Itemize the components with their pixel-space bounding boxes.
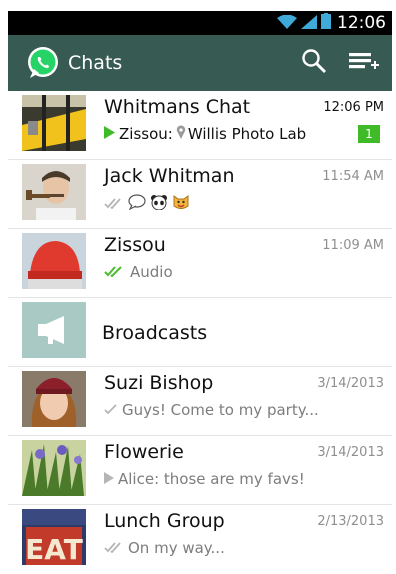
new-chat-button[interactable] [342, 41, 386, 85]
chat-preview: Guys! Come to my party... [104, 401, 319, 419]
chat-time: 11:09 AM [322, 238, 384, 253]
chat-row-zissou[interactable]: Zissou 11:09 AM Audio [8, 229, 392, 298]
avatar [22, 440, 86, 496]
app-bar: Chats [8, 35, 392, 91]
chat-list: Whitmans Chat 12:06 PM Zissou: Willis Ph… [8, 91, 392, 574]
chat-time: 12:06 PM [323, 100, 384, 115]
chat-row-flowerie[interactable]: Flowerie 3/14/2013 Alice: those are my f… [8, 436, 392, 505]
chat-time: 2/13/2013 [317, 514, 384, 529]
status-bar: 12:06 [0, 0, 396, 35]
chat-name: Jack Whitman [104, 165, 235, 187]
play-icon [104, 125, 115, 143]
chat-preview: Zissou: Willis Photo Lab [104, 125, 306, 143]
status-time: 12:06 [337, 13, 386, 33]
unread-badge: 1 [358, 125, 380, 143]
avatar [22, 164, 86, 220]
chat-row-jack-whitman[interactable]: Jack Whitman 11:54 AM [8, 160, 392, 229]
chat-message: Willis Photo Lab [187, 125, 307, 143]
chat-time: 3/14/2013 [317, 445, 384, 460]
new-chat-icon [347, 47, 381, 79]
chat-preview: Alice: those are my favs! [104, 470, 305, 488]
battery-icon [321, 13, 331, 33]
speech-bubble-icon [128, 194, 146, 214]
avatar [22, 302, 86, 358]
chat-name: Lunch Group [104, 510, 225, 532]
app-title: Chats [68, 52, 123, 74]
avatar-eat-text: EAT [25, 533, 83, 565]
wifi-icon [277, 14, 297, 33]
chat-row-suzi-bishop[interactable]: Suzi Bishop 3/14/2013 Guys! Come to my p… [8, 367, 392, 436]
broadcasts-title: Broadcasts [102, 322, 208, 344]
signal-icon [301, 14, 317, 33]
avatar [22, 95, 86, 151]
double-check-green-icon [104, 263, 126, 281]
chat-message: Audio [130, 263, 173, 281]
double-check-gray-icon [104, 195, 124, 213]
chat-name: Suzi Bishop [104, 372, 214, 394]
check-gray-icon [104, 401, 118, 419]
chat-time: 11:54 AM [322, 169, 384, 184]
panda-icon [150, 194, 168, 214]
search-button[interactable] [292, 41, 336, 85]
chat-preview: On my way... [104, 539, 225, 557]
chat-row-whitmans-chat[interactable]: Whitmans Chat 12:06 PM Zissou: Willis Ph… [8, 91, 392, 160]
avatar [22, 371, 86, 427]
chat-name: Flowerie [104, 441, 184, 463]
chat-preview: Audio [104, 263, 173, 281]
chat-name: Whitmans Chat [104, 96, 251, 118]
broadcasts-row[interactable]: Broadcasts [8, 298, 392, 367]
chat-name: Zissou [104, 234, 166, 256]
chat-time: 3/14/2013 [317, 376, 384, 391]
chat-message: Alice: those are my favs! [118, 470, 305, 488]
chat-preview [104, 194, 194, 214]
play-gray-icon [104, 470, 114, 488]
double-check-gray-icon [104, 539, 124, 557]
whatsapp-logo-icon [26, 46, 60, 80]
chat-sender: Zissou: [119, 125, 173, 143]
chat-row-lunch-group[interactable]: EAT Lunch Group 2/13/2013 On my way... [8, 505, 392, 574]
search-icon [300, 47, 328, 79]
avatar: EAT [22, 509, 86, 565]
status-bar-strip: 12:06 [8, 11, 392, 35]
cat-icon [172, 194, 190, 214]
chat-message: Guys! Come to my party... [122, 401, 319, 419]
chat-message: On my way... [128, 539, 225, 557]
location-pin-icon [176, 125, 186, 143]
avatar [22, 233, 86, 289]
